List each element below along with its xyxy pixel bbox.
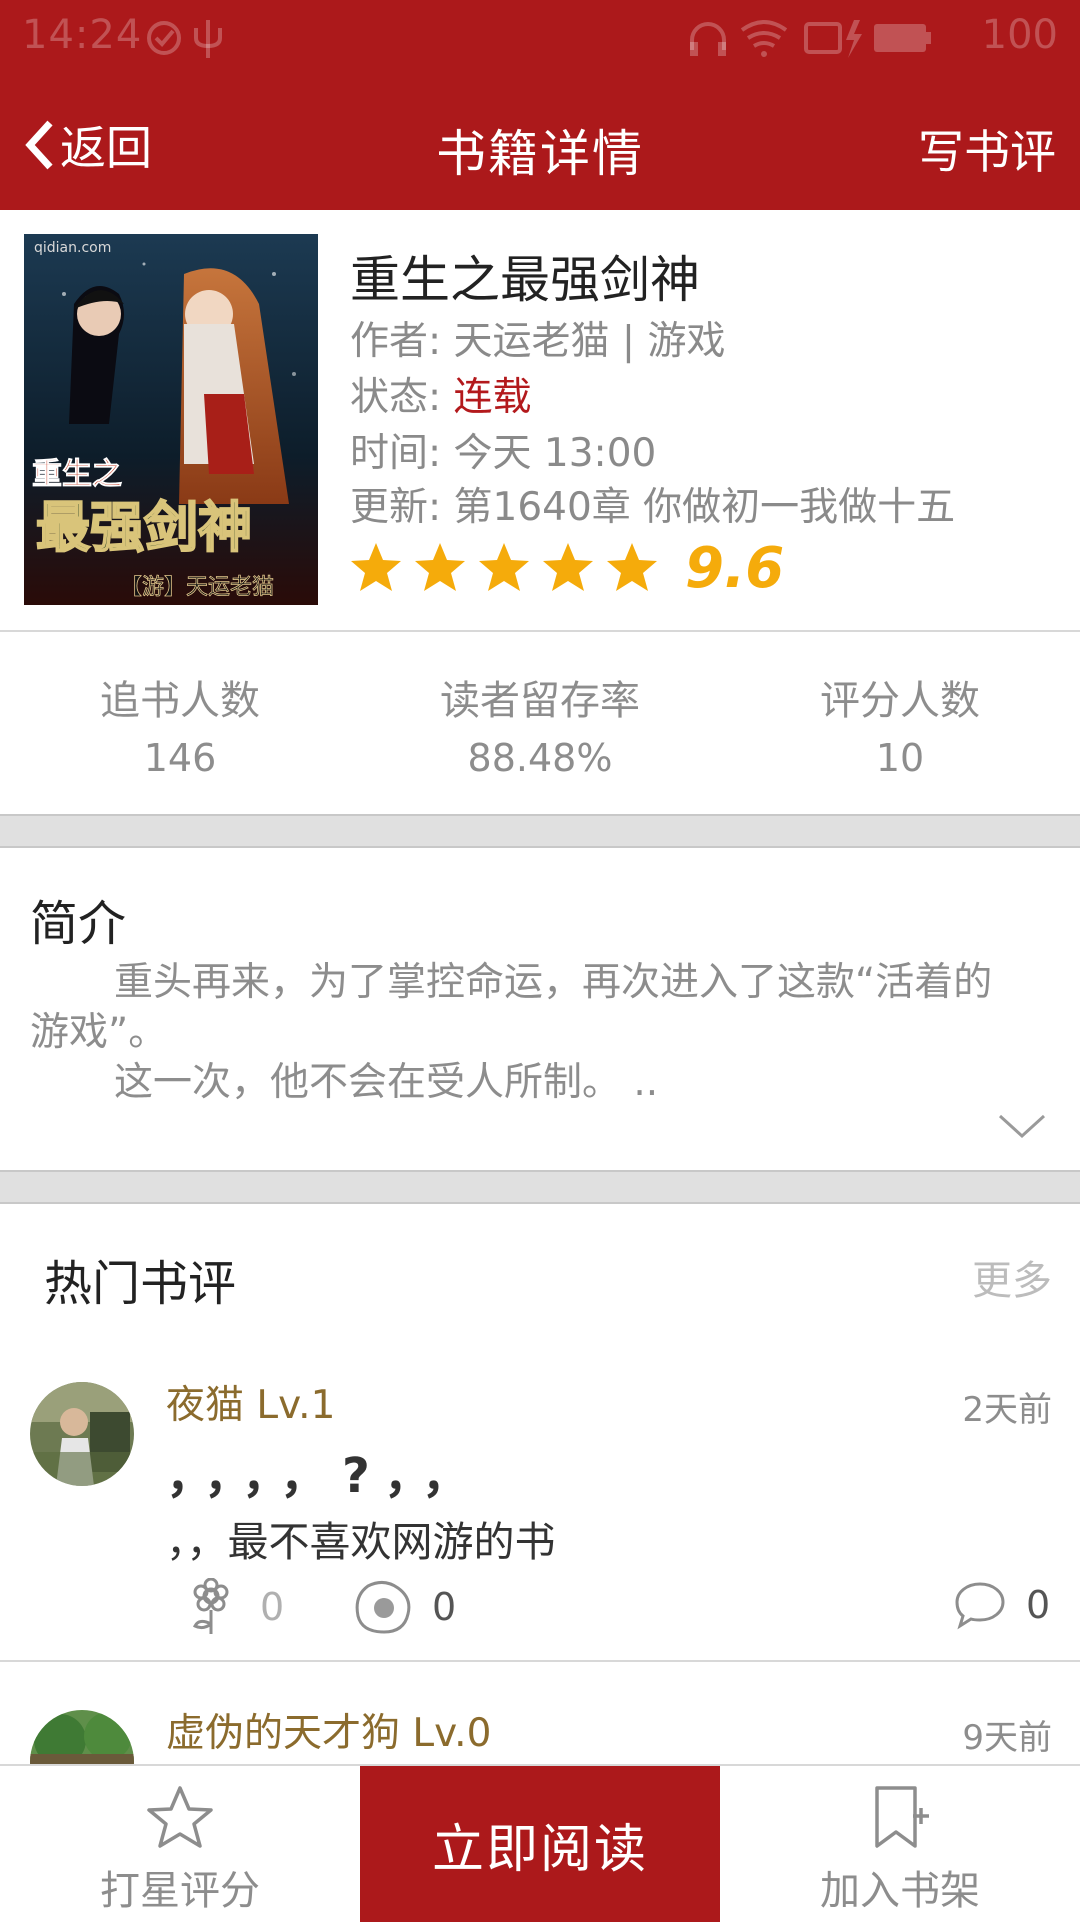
avatar[interactable] <box>30 1382 134 1486</box>
book-status-value: 连载 <box>453 375 532 420</box>
intro-line: 这一次，他不会在受人所制。 .. <box>114 1060 659 1105</box>
rating-value: 9.6 <box>685 536 785 601</box>
flower-button[interactable]: 0 <box>186 1578 284 1636</box>
star-outline-icon <box>147 1786 213 1848</box>
star-icon <box>543 543 593 591</box>
comment-button[interactable]: 0 <box>954 1580 1050 1630</box>
star-icon <box>479 543 529 591</box>
divider <box>0 1660 1080 1662</box>
review-username[interactable]: 虚伪的天才狗 Lv.0 <box>166 1702 491 1758</box>
shelf-label: 加入书架 <box>820 1868 980 1914</box>
stat-retention: 读者留存率 88.48% <box>360 668 720 780</box>
book-title: 重生之最强剑神 <box>350 251 700 309</box>
book-status-label: 状态: <box>350 375 454 420</box>
section-separator <box>0 1170 1080 1204</box>
intro-text[interactable]: 重头再来，为了掌控命运，再次进入了这款“活着的游戏”。 这一次，他不会在受人所制… <box>30 958 1030 1108</box>
cover-author-tag: 【游】天运老猫 <box>120 575 274 600</box>
star-icon <box>607 543 657 591</box>
rate-button[interactable]: 打星评分 <box>0 1766 360 1922</box>
stat-value: 146 <box>143 736 217 780</box>
status-bar: 14:24 100 <box>0 0 1080 76</box>
stat-label: 读者留存率 <box>440 678 640 724</box>
status-icons-right <box>690 20 931 58</box>
app-header: 14:24 100 返回 书籍详情 写书评 <box>0 0 1080 210</box>
stat-value: 88.48% <box>467 736 613 780</box>
star-icon <box>351 543 401 591</box>
cover-title-top: 重生之 <box>32 457 122 492</box>
rating-stars <box>348 538 668 598</box>
bookmark-add-icon <box>875 1786 929 1848</box>
egg-button[interactable]: 0 <box>354 1578 456 1636</box>
comment-count: 0 <box>1026 1583 1051 1627</box>
divider <box>0 630 1080 632</box>
section-separator <box>0 814 1080 848</box>
read-now-button[interactable]: 立即阅读 <box>360 1766 720 1922</box>
book-author: 作者: 天运老猫 | 游戏 <box>350 319 726 364</box>
status-icons-left <box>147 20 222 58</box>
write-review-button[interactable]: 写书评 <box>918 116 1056 182</box>
stat-followers: 追书人数 146 <box>0 668 360 780</box>
egg-icon <box>355 1581 411 1634</box>
cover-site-text: qidian.com <box>34 240 111 256</box>
stat-label: 追书人数 <box>100 678 260 724</box>
book-latest-update[interactable]: 更新: 第1640章 你做初一我做十五 <box>350 476 955 532</box>
add-to-shelf-button[interactable]: 加入书架 <box>720 1766 1080 1922</box>
chevron-down-icon[interactable] <box>996 1110 1048 1142</box>
egg-count: 0 <box>432 1585 457 1629</box>
book-time: 时间: 今天 13:00 <box>350 431 657 476</box>
status-time: 14:24 <box>22 12 143 58</box>
star-icon <box>415 543 465 591</box>
nav-bar: 返回 书籍详情 写书评 <box>0 76 1080 210</box>
comment-icon <box>955 1582 1005 1630</box>
rate-label: 打星评分 <box>100 1868 260 1914</box>
stat-raters: 评分人数 10 <box>720 668 1080 780</box>
book-cover[interactable]: qidian.com 重生之 最强剑神 【游】天运老猫 <box>24 234 318 605</box>
flower-icon <box>192 1578 229 1634</box>
intro-title: 简介 <box>30 896 127 952</box>
stat-value: 10 <box>875 736 925 780</box>
book-status: 状态: 连载 <box>350 366 532 422</box>
battery-level: 100 <box>981 12 1058 58</box>
review-time: 9天前 <box>962 1718 1052 1758</box>
more-reviews-link[interactable]: 更多 <box>972 1248 1052 1306</box>
book-cover-image: qidian.com 重生之 最强剑神 【游】天运老猫 <box>24 234 318 605</box>
stat-label: 评分人数 <box>820 678 980 724</box>
avatar-image <box>30 1382 134 1486</box>
cover-title-main: 最强剑神 <box>36 496 252 559</box>
review-text-line[interactable]: ，，，，?，， <box>166 1436 484 1506</box>
review-time: 2天前 <box>962 1390 1052 1430</box>
review-username[interactable]: 夜猫 Lv.1 <box>166 1374 335 1430</box>
intro-line: 重头再来，为了掌控命运，再次进入了这款“活着的游戏”。 <box>30 960 993 1055</box>
flower-count: 0 <box>260 1585 285 1629</box>
bottom-action-bar: 打星评分 立即阅读 加入书架 <box>0 1764 1080 1922</box>
review-text-line[interactable]: ，，最不喜欢网游的书 <box>166 1508 556 1568</box>
reviews-title: 热门书评 <box>44 1256 237 1312</box>
